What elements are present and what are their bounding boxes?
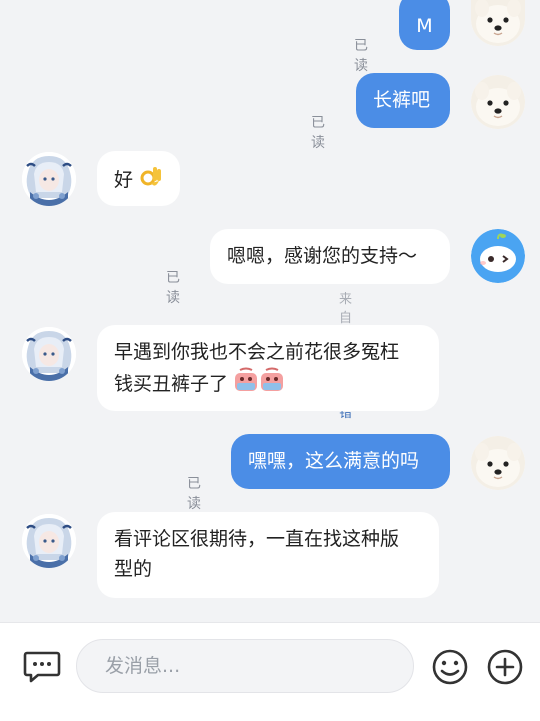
message-bubble[interactable]: 嘿嘿，这么满意的吗 [231,434,450,489]
message-text: 好 [114,169,134,191]
read-receipt: 已读 [354,38,368,74]
avatar[interactable] [22,514,76,568]
avatar[interactable] [471,75,525,129]
message-line: 看评论区很期待，一直在找这种版 [114,528,400,550]
avatar[interactable] [471,0,525,46]
avatar[interactable] [22,327,76,381]
read-receipt: 已读 [187,476,201,512]
message-line: 钱买丑裤子了 [114,373,229,395]
message-line: 早遇到你我也不会之前花很多冤枉 [114,341,400,363]
message-input[interactable]: 发消息... [76,639,414,693]
avatar[interactable] [471,436,525,490]
message-line-wrap: 钱买丑裤子了 [114,367,422,402]
composer-bar: 发消息... [0,622,540,721]
ok-hand-emoji-icon [139,163,163,198]
read-receipt: 已读 [311,115,325,151]
chat-bubble-icon[interactable] [22,647,62,687]
plus-circle-icon[interactable] [485,647,525,687]
avatar[interactable] [22,152,76,206]
bot-avatar[interactable] [471,229,525,283]
message-line: 型的 [114,558,153,580]
message-bubble[interactable]: 早遇到你我也不会之前花很多冤枉 钱买丑裤子了 [97,325,439,411]
smiley-icon[interactable] [430,647,470,687]
crying-emoji-icon [234,367,284,402]
message-bubble[interactable]: 嗯嗯，感谢您的支持～ [210,229,450,284]
message-bubble[interactable]: 好 [97,151,180,206]
read-receipt: 已读 [166,270,180,306]
message-bubble[interactable]: M [399,0,450,50]
message-bubble[interactable]: 看评论区很期待，一直在找这种版 型的 [97,512,439,598]
message-bubble[interactable]: 长裤吧 [356,73,450,128]
